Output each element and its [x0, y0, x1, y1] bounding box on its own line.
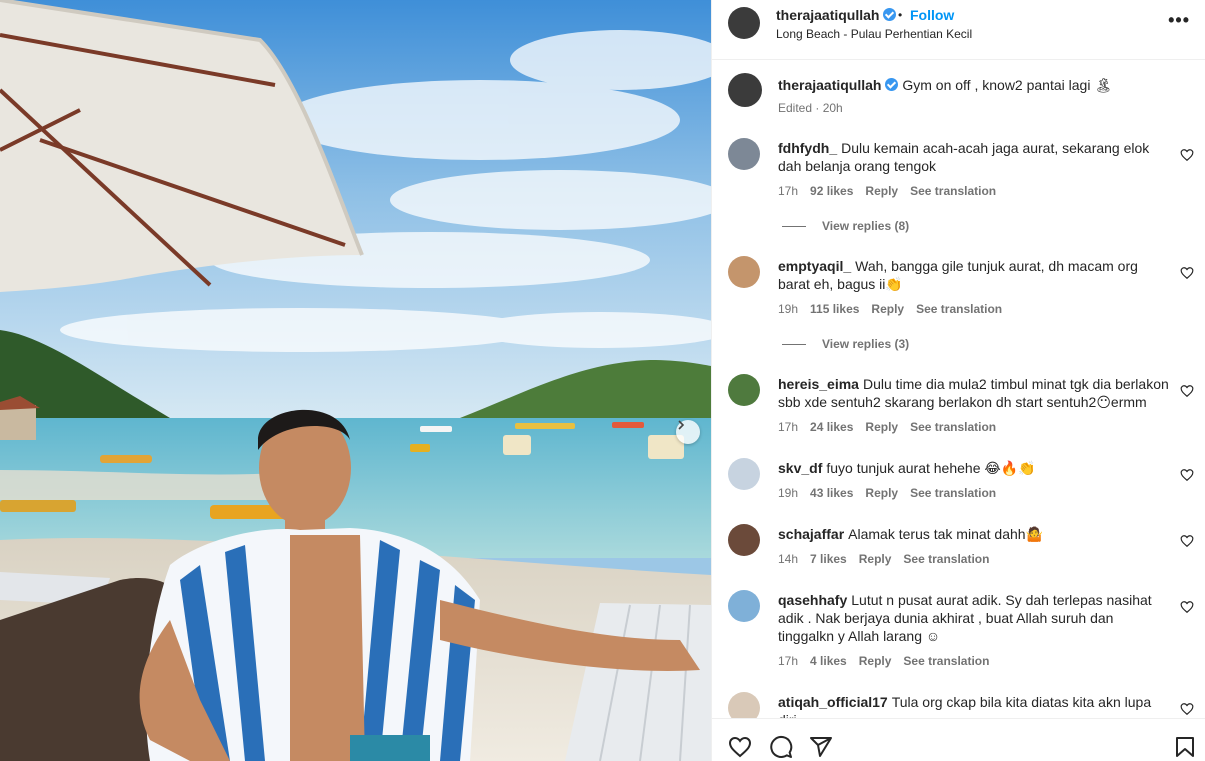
- see-translation-button[interactable]: See translation: [910, 184, 996, 198]
- author-username-text[interactable]: therajaatiqullah: [776, 7, 879, 23]
- comment-text: Alamak terus tak minat dahh🤷: [848, 526, 1044, 542]
- comment-likes[interactable]: 4 likes: [810, 654, 847, 668]
- caption-text: Gym on off , know2 pantai lagi 🏝: [902, 77, 1113, 93]
- comment-time: 14h: [778, 552, 799, 566]
- comment-likes[interactable]: 92 likes: [810, 184, 853, 198]
- caption-edited: Edited · 20h: [778, 101, 843, 115]
- heart-icon[interactable]: [1180, 384, 1194, 398]
- comment-likes[interactable]: 7 likes: [810, 552, 847, 566]
- caption-username-text[interactable]: therajaatiqullah: [778, 77, 881, 93]
- see-translation-button[interactable]: See translation: [910, 486, 996, 500]
- comment-likes[interactable]: 115 likes: [810, 302, 859, 316]
- separator-dot: •: [898, 8, 903, 22]
- bookmark-icon[interactable]: [1173, 735, 1197, 759]
- comment-likes[interactable]: 43 likes: [810, 486, 853, 500]
- follow-button[interactable]: Follow: [910, 7, 954, 23]
- commenter-avatar[interactable]: [728, 458, 760, 490]
- comment-body: atiqah_official17 Tula org ckap bila kita…: [778, 693, 1173, 718]
- heart-icon[interactable]: [1180, 266, 1194, 280]
- more-options-button[interactable]: •••: [1168, 11, 1190, 29]
- next-photo-button[interactable]: [676, 420, 700, 444]
- commenter-username[interactable]: schajaffar: [778, 526, 844, 542]
- see-translation-button[interactable]: See translation: [903, 552, 989, 566]
- comment-body: schajaffar Alamak terus tak minat dahh🤷: [778, 525, 1173, 543]
- comment-meta: 17h 92 likes Reply See translation: [778, 184, 996, 198]
- comment-time: 17h: [778, 654, 799, 668]
- comment-body: fdhfydh_ Dulu kemain acah-acah jaga aurat…: [778, 139, 1173, 175]
- comment-likes[interactable]: 24 likes: [810, 420, 853, 434]
- comment-text: fuyo tunjuk aurat hehehe 😂🔥👏: [826, 460, 1036, 476]
- caption-username[interactable]: therajaatiqullah: [778, 77, 899, 93]
- comment-meta: 19h 43 likes Reply See translation: [778, 486, 996, 500]
- commenter-avatar[interactable]: [728, 256, 760, 288]
- heart-icon[interactable]: [1180, 534, 1194, 548]
- comment-meta: 17h 24 likes Reply See translation: [778, 420, 996, 434]
- reply-button[interactable]: Reply: [865, 420, 898, 434]
- view-replies-button[interactable]: View replies (3): [782, 337, 909, 351]
- commenter-avatar[interactable]: [728, 374, 760, 406]
- heart-icon[interactable]: [1180, 702, 1194, 716]
- comment-body: qasehhafy Lutut n pusat aurat adik. Sy da…: [778, 591, 1173, 645]
- heart-icon[interactable]: [728, 735, 752, 759]
- commenter-username[interactable]: qasehhafy: [778, 592, 847, 608]
- chevron-right-icon: [678, 420, 685, 430]
- author-username[interactable]: therajaatiqullah: [776, 7, 897, 23]
- comment-meta: 17h 4 likes Reply See translation: [778, 654, 989, 668]
- commenter-username[interactable]: emptyaqil_: [778, 258, 851, 274]
- commenter-username[interactable]: hereis_eima: [778, 376, 859, 392]
- caption-line: therajaatiqullah Gym on off , know2 pant…: [778, 77, 1112, 94]
- verified-icon: [883, 8, 897, 21]
- reply-button[interactable]: Reply: [865, 486, 898, 500]
- comments-list[interactable]: fdhfydh_ Dulu kemain acah-acah jaga aurat…: [712, 130, 1205, 718]
- see-translation-button[interactable]: See translation: [916, 302, 1002, 316]
- comment-time: 17h: [778, 184, 799, 198]
- heart-icon[interactable]: [1180, 148, 1194, 162]
- post-location[interactable]: Long Beach - Pulau Perhentian Kecil: [776, 27, 972, 41]
- commenter-avatar[interactable]: [728, 138, 760, 170]
- post-side-panel: therajaatiqullah • Follow Long Beach - P…: [711, 0, 1205, 761]
- commenter-avatar[interactable]: [728, 590, 760, 622]
- view-replies-label[interactable]: View replies (8): [822, 219, 909, 233]
- reply-button[interactable]: Reply: [865, 184, 898, 198]
- comment-body: hereis_eima Dulu time dia mula2 timbul mi…: [778, 375, 1173, 411]
- post-header: therajaatiqullah • Follow Long Beach - P…: [712, 0, 1205, 60]
- caption-avatar[interactable]: [728, 73, 762, 107]
- reply-button[interactable]: Reply: [871, 302, 904, 316]
- commenter-username[interactable]: fdhfydh_: [778, 140, 837, 156]
- comment-meta: 19h 115 likes Reply See translation: [778, 302, 1002, 316]
- commenter-username[interactable]: atiqah_official17: [778, 694, 888, 710]
- view-replies-label[interactable]: View replies (3): [822, 337, 909, 351]
- view-replies-rule: [782, 343, 806, 345]
- comment-meta: 14h 7 likes Reply See translation: [778, 552, 989, 566]
- commenter-avatar[interactable]: [728, 524, 760, 556]
- comment-time: 17h: [778, 420, 799, 434]
- see-translation-button[interactable]: See translation: [910, 420, 996, 434]
- reply-button[interactable]: Reply: [859, 654, 892, 668]
- post-actions-bar: [712, 718, 1205, 761]
- commenter-username[interactable]: skv_df: [778, 460, 822, 476]
- view-replies-button[interactable]: View replies (8): [782, 219, 909, 233]
- reply-button[interactable]: Reply: [859, 552, 892, 566]
- post-photo: [0, 0, 711, 761]
- verified-icon: [885, 78, 899, 91]
- heart-icon[interactable]: [1180, 468, 1194, 482]
- comment-body: skv_df fuyo tunjuk aurat hehehe 😂🔥👏: [778, 459, 1173, 477]
- beach-photo-illustration: [0, 0, 711, 761]
- comment-time: 19h: [778, 486, 799, 500]
- heart-icon[interactable]: [1180, 600, 1194, 614]
- see-translation-button[interactable]: See translation: [903, 654, 989, 668]
- comment-time: 19h: [778, 302, 799, 316]
- view-replies-rule: [782, 225, 806, 227]
- author-avatar[interactable]: [728, 7, 760, 39]
- comment-icon[interactable]: [769, 735, 793, 759]
- post-caption: therajaatiqullah Gym on off , know2 pant…: [712, 60, 1205, 130]
- commenter-avatar[interactable]: [728, 692, 760, 718]
- share-icon[interactable]: [809, 735, 833, 759]
- comment-body: emptyaqil_ Wah, bangga gile tunjuk aurat,…: [778, 257, 1173, 293]
